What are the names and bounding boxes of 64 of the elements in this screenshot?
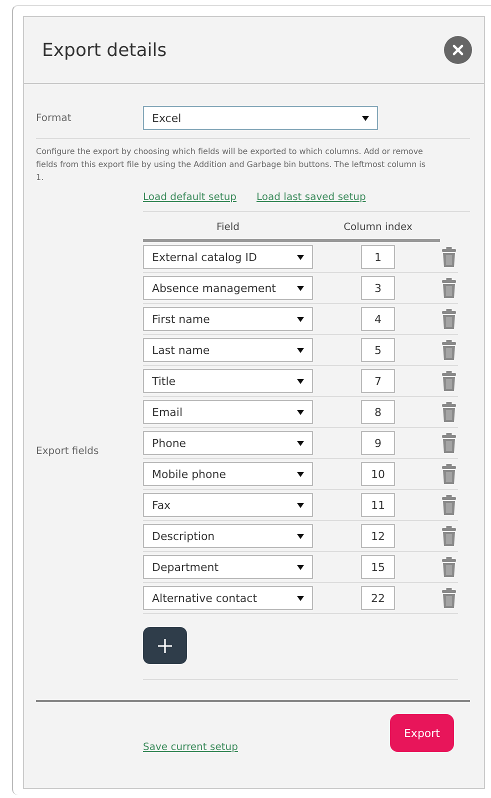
column-index-field[interactable]: 8 — [361, 400, 395, 424]
column-index-field[interactable]: 22 — [361, 586, 395, 610]
column-index-field[interactable]: 7 — [361, 369, 395, 393]
trash-icon[interactable] — [442, 557, 456, 577]
field-dropdown[interactable]: External catalog ID — [143, 245, 313, 269]
add-button[interactable] — [143, 627, 187, 664]
caret-icon — [297, 470, 304, 478]
trash-icon[interactable] — [442, 340, 456, 360]
description-text: Configure the export by choosing which fields will be exported to which columns. Add or remove fields from this export file by using the Addition and Garbage bin buttons. The leftmost column is 1. — [36, 146, 427, 184]
trash-icon[interactable] — [442, 526, 456, 546]
trash-icon[interactable] — [442, 309, 456, 329]
caret-icon — [362, 114, 369, 122]
column-header: Column index — [342, 222, 414, 233]
column-index-field[interactable]: 11 — [361, 493, 395, 517]
field-dropdown[interactable]: First name — [143, 307, 313, 331]
field-dropdown[interactable]: Fax — [143, 493, 313, 517]
caret-icon — [297, 594, 304, 602]
field-dropdown[interactable]: Phone — [143, 431, 313, 455]
caret-icon — [297, 254, 304, 260]
caret-icon — [297, 346, 304, 354]
save-setup-link[interactable]: Save current setup — [143, 742, 238, 753]
format-dropdown[interactable]: Excel — [143, 106, 378, 130]
close-icon — [452, 44, 464, 56]
export-fields-label: Export fields — [36, 446, 99, 456]
trash-icon[interactable] — [442, 588, 456, 608]
trash-icon[interactable] — [442, 371, 456, 391]
field-dropdown[interactable]: Alternative contact — [143, 586, 313, 610]
trash-icon[interactable] — [442, 247, 456, 267]
column-index-field[interactable]: 9 — [361, 431, 395, 455]
format-label: Format — [36, 112, 72, 124]
export-button[interactable]: Export — [390, 714, 454, 752]
trash-icon[interactable] — [442, 278, 456, 298]
column-header: Field — [215, 222, 241, 233]
setup-link[interactable]: Load default setup — [143, 192, 237, 203]
caret-icon — [297, 316, 304, 322]
field-dropdown[interactable]: Title — [143, 369, 313, 393]
caret-icon — [297, 378, 304, 384]
caret-icon — [297, 440, 304, 446]
column-index-field[interactable]: 15 — [361, 555, 395, 579]
trash-icon[interactable] — [442, 495, 456, 515]
column-index-field[interactable]: 10 — [361, 462, 395, 486]
caret-icon — [297, 502, 304, 508]
setup-link[interactable]: Load last saved setup — [256, 192, 366, 203]
caret-icon — [297, 408, 304, 416]
caret-icon — [297, 284, 304, 292]
caret-icon — [297, 564, 304, 570]
column-index-field[interactable]: 4 — [361, 307, 395, 331]
column-index-field[interactable]: 5 — [361, 338, 395, 362]
field-dropdown[interactable]: Description — [143, 524, 313, 548]
field-dropdown[interactable]: Department — [143, 555, 313, 579]
trash-icon[interactable] — [442, 402, 456, 422]
field-dropdown[interactable]: Last name — [143, 338, 313, 362]
column-index-field[interactable]: 3 — [361, 276, 395, 300]
field-dropdown[interactable]: Email — [143, 400, 313, 424]
column-index-field[interactable]: 1 — [361, 245, 395, 269]
plus-icon — [157, 638, 173, 654]
close-button[interactable] — [444, 36, 472, 64]
trash-icon[interactable] — [442, 464, 456, 484]
field-dropdown[interactable]: Mobile phone — [143, 462, 313, 486]
dialog-title: Export details — [42, 40, 167, 60]
field-dropdown[interactable]: Absence management — [143, 276, 313, 300]
trash-icon[interactable] — [442, 433, 456, 453]
column-index-field[interactable]: 12 — [361, 524, 395, 548]
caret-icon — [297, 532, 304, 540]
